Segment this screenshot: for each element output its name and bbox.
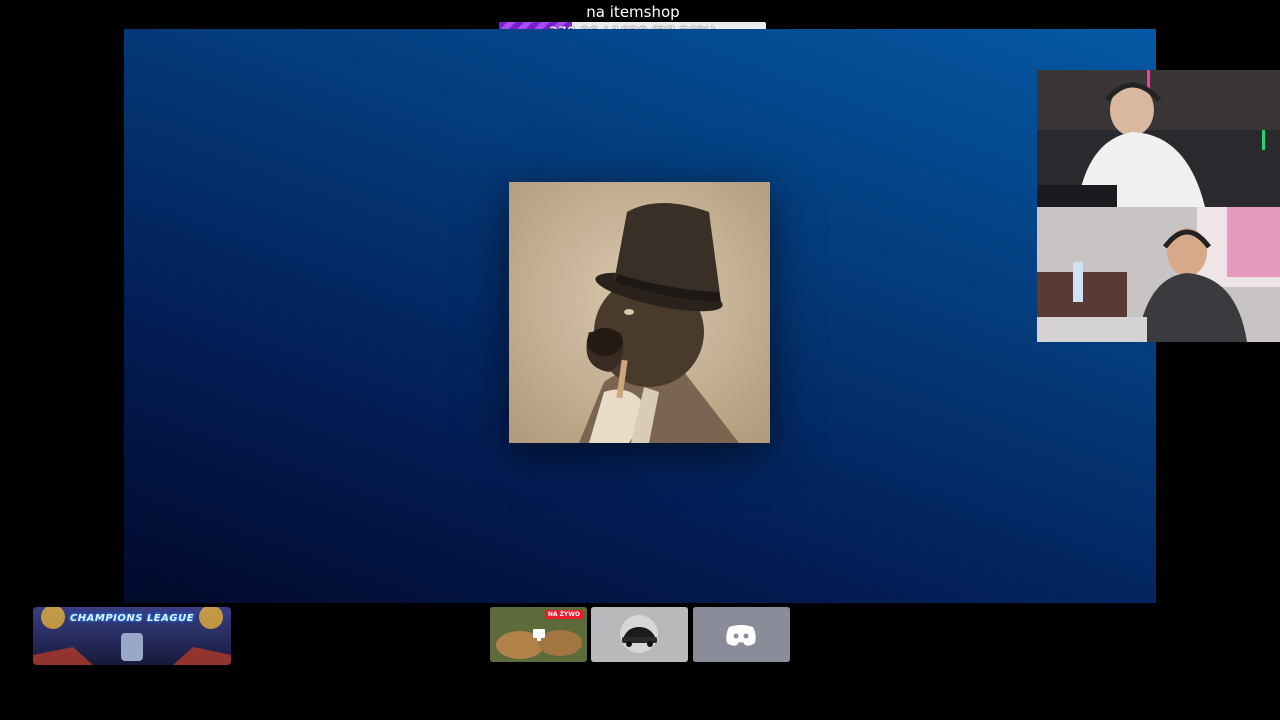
champions-league-banner[interactable]: CHAMPIONS LEAGUE: [33, 607, 231, 665]
album-art: [509, 182, 770, 443]
goal-title: na itemshop: [586, 3, 680, 21]
live-badge: NA ŻYWO: [544, 610, 583, 619]
discord-icon: [693, 607, 790, 662]
stream-tile[interactable]: NA ŻYWO: [490, 607, 587, 662]
car-tile[interactable]: [591, 607, 688, 662]
banner-text: CHAMPIONS LEAGUE: [69, 613, 195, 624]
webcam-top: [1037, 70, 1280, 207]
dog-portrait-image: [509, 182, 770, 443]
webcam-bottom: [1037, 207, 1280, 342]
screen-share: [124, 29, 1156, 603]
discord-tile[interactable]: [693, 607, 790, 662]
